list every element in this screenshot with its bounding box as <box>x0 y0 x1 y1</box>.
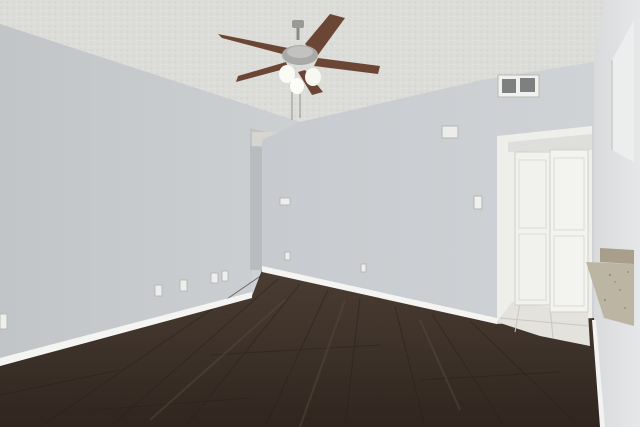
fan-light <box>290 78 304 94</box>
fan-light <box>305 68 321 86</box>
closet-doors[interactable] <box>514 149 589 313</box>
thermostat <box>441 125 459 139</box>
hvac-vent <box>497 74 540 98</box>
light-switch <box>473 195 483 210</box>
closet-door-right[interactable] <box>549 149 589 313</box>
backsplash <box>600 248 634 264</box>
room-photo <box>0 0 640 427</box>
hallway-side-wall <box>250 146 262 270</box>
room-scene <box>0 0 640 427</box>
